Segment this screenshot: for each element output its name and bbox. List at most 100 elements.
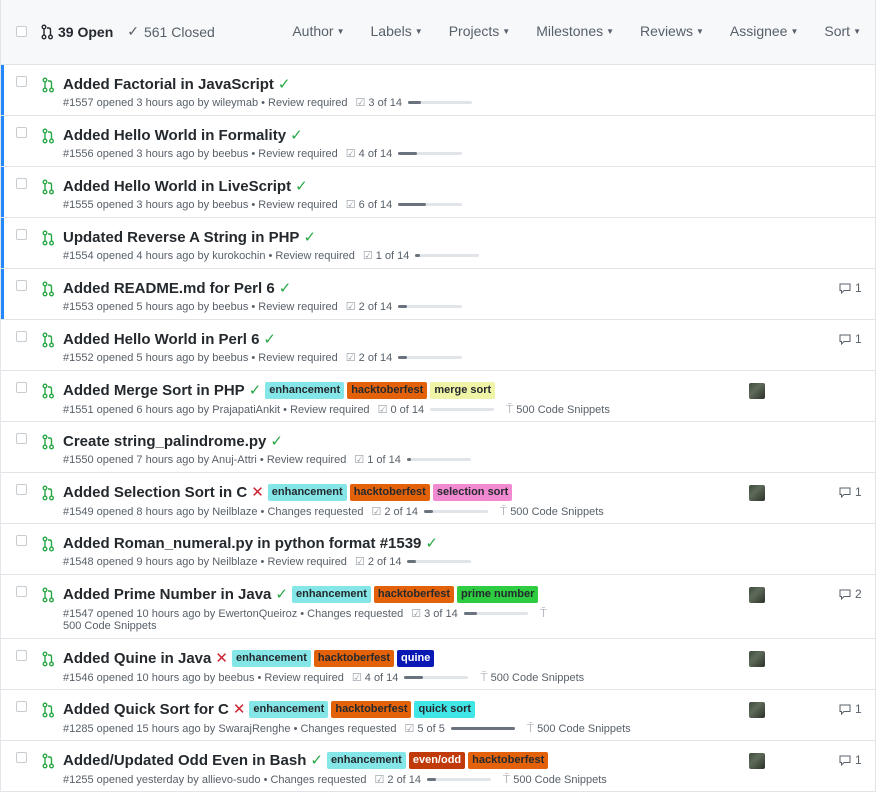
milestone-link[interactable]: ⍑ 500 Code Snippets [503, 772, 607, 787]
author-filter[interactable]: Author ▼ [292, 23, 344, 39]
row-checkbox[interactable] [16, 178, 27, 189]
pr-title-link[interactable]: Updated Reverse A String in PHP [63, 229, 299, 246]
select-all-checkbox[interactable] [16, 26, 27, 37]
milestone-link[interactable]: ⍑ 500 Code Snippets [527, 721, 631, 736]
milestone-link[interactable]: ⍑ 500 Code Snippets [480, 670, 584, 685]
label-badge[interactable]: hacktoberfest [347, 381, 428, 399]
row-checkbox[interactable] [16, 484, 27, 495]
comment-count[interactable]: 2 [839, 587, 862, 601]
comment-count[interactable]: 1 [839, 702, 862, 716]
row-checkbox[interactable] [16, 127, 27, 138]
open-filter[interactable]: 39 Open [41, 24, 113, 40]
row-checkbox[interactable] [16, 752, 27, 763]
row-checkbox[interactable] [16, 280, 27, 291]
pr-row[interactable]: Added Selection Sort in C ✕ enhancement h… [1, 473, 875, 524]
comment-count[interactable]: 1 [839, 485, 862, 499]
milestone-link[interactable]: ⍑ 500 Code Snippets [506, 402, 610, 417]
label-badge[interactable]: enhancement [291, 585, 371, 603]
pr-row[interactable]: Added Hello World in Perl 6 ✓ #1552 open… [1, 320, 875, 371]
pr-title-link[interactable]: Added Hello World in Perl 6 [63, 331, 259, 348]
label-badge[interactable]: hacktoberfest [373, 585, 455, 603]
check-success-icon[interactable]: ✓ [425, 534, 438, 552]
pr-row[interactable]: Added README.md for Perl 6 ✓ #1553 opene… [1, 269, 875, 320]
assignee-avatar[interactable] [749, 383, 765, 399]
pr-row[interactable]: Added Factorial in JavaScript ✓ #1557 op… [1, 65, 875, 116]
pr-title-link[interactable]: Added Hello World in LiveScript [63, 178, 291, 195]
pr-row[interactable]: Added Prime Number in Java ✓ enhancement… [1, 575, 875, 639]
comment-count[interactable]: 1 [839, 332, 862, 346]
pr-row[interactable]: Added Roman_numeral.py in python format … [1, 524, 875, 575]
check-failure-icon[interactable]: ✕ [233, 700, 246, 718]
row-checkbox[interactable] [16, 586, 27, 597]
pr-row[interactable]: Added Quine in Java ✕ enhancement hacktob… [1, 639, 875, 690]
check-success-icon[interactable]: ✓ [270, 432, 283, 450]
row-checkbox[interactable] [16, 535, 27, 546]
pr-title-link[interactable]: Create string_palindrome.py [63, 433, 266, 450]
assignee-filter[interactable]: Assignee ▼ [730, 23, 799, 39]
milestones-filter[interactable]: Milestones ▼ [536, 23, 614, 39]
label-badge[interactable]: quine [397, 649, 435, 667]
label-badge[interactable]: hacktoberfest [349, 483, 430, 501]
label-badge[interactable]: enhancement [267, 483, 347, 501]
pr-row[interactable]: Updated Reverse A String in PHP ✓ #1554 … [1, 218, 875, 269]
label-badge[interactable]: enhancement [265, 381, 345, 399]
assignee-avatar[interactable] [749, 753, 765, 769]
label-badge[interactable]: hacktoberfest [468, 751, 549, 769]
check-failure-icon[interactable]: ✕ [251, 483, 264, 501]
label-badge[interactable]: prime number [457, 585, 539, 603]
pr-title-link[interactable]: Added Hello World in Formality [63, 127, 286, 144]
check-failure-icon[interactable]: ✕ [215, 649, 228, 667]
pr-title-link[interactable]: Added Factorial in JavaScript [63, 76, 274, 93]
check-success-icon[interactable]: ✓ [303, 228, 316, 246]
label-badge[interactable]: even/odd [408, 751, 466, 769]
comment-count[interactable]: 1 [839, 281, 862, 295]
check-success-icon[interactable]: ✓ [290, 126, 303, 144]
pr-title-link[interactable]: Added/Updated Odd Even in Bash [63, 752, 306, 769]
pr-title-link[interactable]: Added Quick Sort for C [63, 701, 229, 718]
check-success-icon[interactable]: ✓ [249, 381, 262, 399]
closed-filter[interactable]: ✓ 561 Closed [127, 23, 215, 40]
row-checkbox[interactable] [16, 76, 27, 87]
check-success-icon[interactable]: ✓ [295, 177, 308, 195]
assignee-avatar[interactable] [749, 587, 765, 603]
row-checkbox[interactable] [16, 229, 27, 240]
assignee-avatar[interactable] [749, 702, 765, 718]
label-badge[interactable]: quick sort [414, 700, 476, 718]
milestone-link[interactable]: 500 Code Snippets [63, 620, 157, 632]
reviews-filter[interactable]: Reviews ▼ [640, 23, 704, 39]
label-badge[interactable]: selection sort [432, 483, 513, 501]
check-success-icon[interactable]: ✓ [263, 330, 276, 348]
row-checkbox[interactable] [16, 331, 27, 342]
pr-row[interactable]: Added Hello World in Formality ✓ #1556 o… [1, 116, 875, 167]
pr-row[interactable]: Create string_palindrome.py ✓ #1550 open… [1, 422, 875, 473]
check-success-icon[interactable]: ✓ [310, 751, 323, 769]
pr-row[interactable]: Added Hello World in LiveScript ✓ #1555 … [1, 167, 875, 218]
pr-row[interactable]: Added Merge Sort in PHP ✓ enhancement hac… [1, 371, 875, 422]
assignee-avatar[interactable] [749, 651, 765, 667]
row-checkbox[interactable] [16, 433, 27, 444]
pr-row[interactable]: Added Quick Sort for C ✕ enhancement hack… [1, 690, 875, 741]
comment-count[interactable]: 1 [839, 753, 862, 767]
label-badge[interactable]: enhancement [231, 649, 311, 667]
pr-title-link[interactable]: Added Prime Number in Java [63, 586, 271, 603]
milestone-link[interactable]: ⍑ 500 Code Snippets [500, 504, 604, 519]
row-checkbox[interactable] [16, 650, 27, 661]
row-checkbox[interactable] [16, 382, 27, 393]
row-checkbox[interactable] [16, 701, 27, 712]
label-badge[interactable]: enhancement [249, 700, 329, 718]
label-badge[interactable]: hacktoberfest [331, 700, 412, 718]
projects-filter[interactable]: Projects ▼ [449, 23, 511, 39]
check-success-icon[interactable]: ✓ [278, 75, 291, 93]
label-badge[interactable]: merge sort [430, 381, 496, 399]
label-badge[interactable]: hacktoberfest [313, 649, 395, 667]
sort-filter[interactable]: Sort ▼ [824, 23, 861, 39]
assignee-avatar[interactable] [749, 485, 765, 501]
check-success-icon[interactable]: ✓ [279, 279, 292, 297]
pr-title-link[interactable]: Added Quine in Java [63, 650, 211, 667]
pr-title-link[interactable]: Added Roman_numeral.py in python format … [63, 535, 421, 552]
pr-title-link[interactable]: Added Selection Sort in C [63, 484, 247, 501]
labels-filter[interactable]: Labels ▼ [371, 23, 423, 39]
check-success-icon[interactable]: ✓ [275, 585, 288, 603]
pr-row[interactable]: Added/Updated Odd Even in Bash ✓ enhance… [1, 741, 875, 792]
label-badge[interactable]: enhancement [326, 751, 406, 769]
